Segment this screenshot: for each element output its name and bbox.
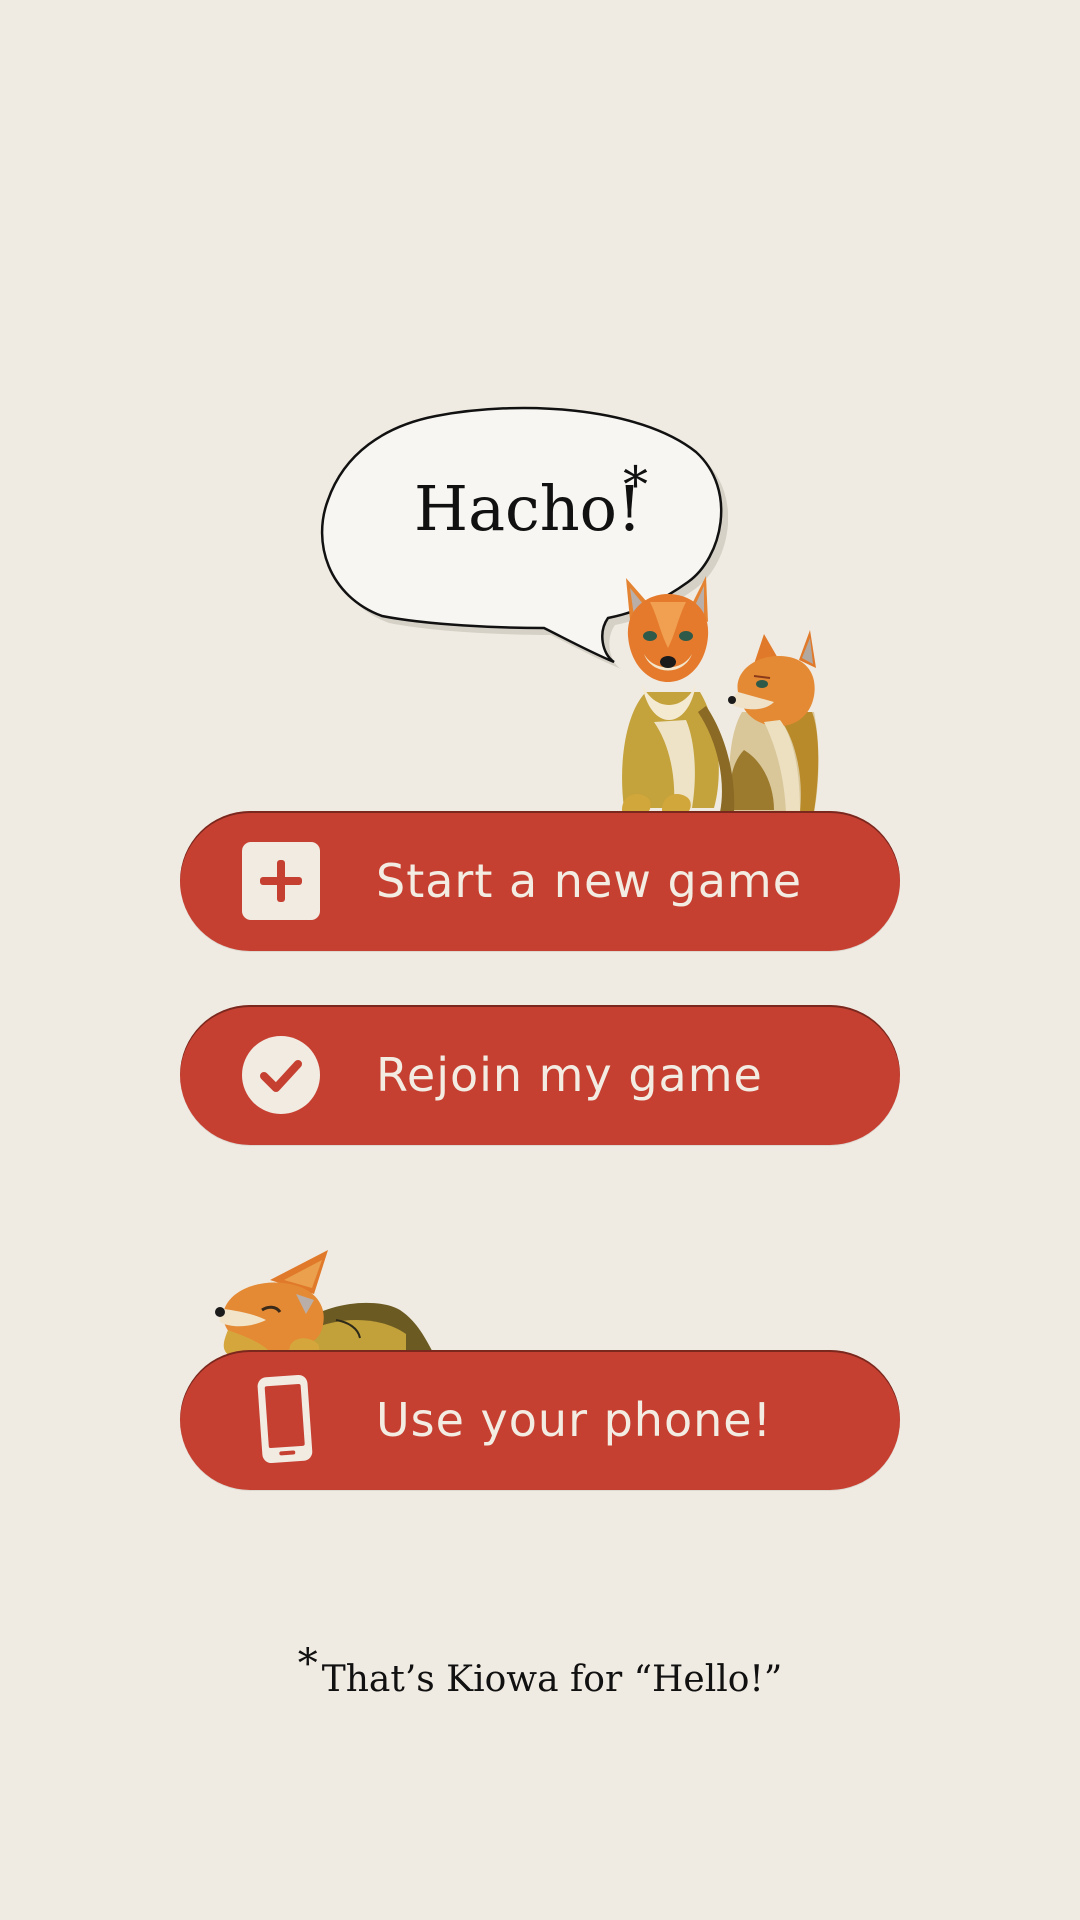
- footnote-text: That’s Kiowa for “Hello!”: [321, 1659, 783, 1700]
- sitting-foxes-illustration: [622, 576, 819, 818]
- rejoin-game-label: Rejoin my game: [376, 1048, 763, 1102]
- footnote-asterisk: *: [297, 1641, 318, 1687]
- footnote: * That’s Kiowa for “Hello!”: [0, 1641, 1080, 1701]
- start-new-game-button[interactable]: Start a new game: [180, 811, 900, 951]
- fox-left: [622, 576, 735, 818]
- use-phone-button[interactable]: Use your phone!: [180, 1350, 900, 1490]
- home-screen: Hacho! * Start a new game Rejoin my game…: [0, 0, 1080, 1920]
- greeting-text: Hacho!: [414, 472, 642, 545]
- checkmark-circle-icon: [242, 1036, 320, 1114]
- rejoin-game-button[interactable]: Rejoin my game: [180, 1005, 900, 1145]
- fox-right: [728, 630, 819, 812]
- use-phone-label: Use your phone!: [376, 1393, 773, 1447]
- phone-icon: [254, 1372, 316, 1468]
- greeting-asterisk: *: [623, 456, 648, 514]
- plus-square-icon: [242, 842, 320, 920]
- start-new-game-label: Start a new game: [376, 854, 803, 908]
